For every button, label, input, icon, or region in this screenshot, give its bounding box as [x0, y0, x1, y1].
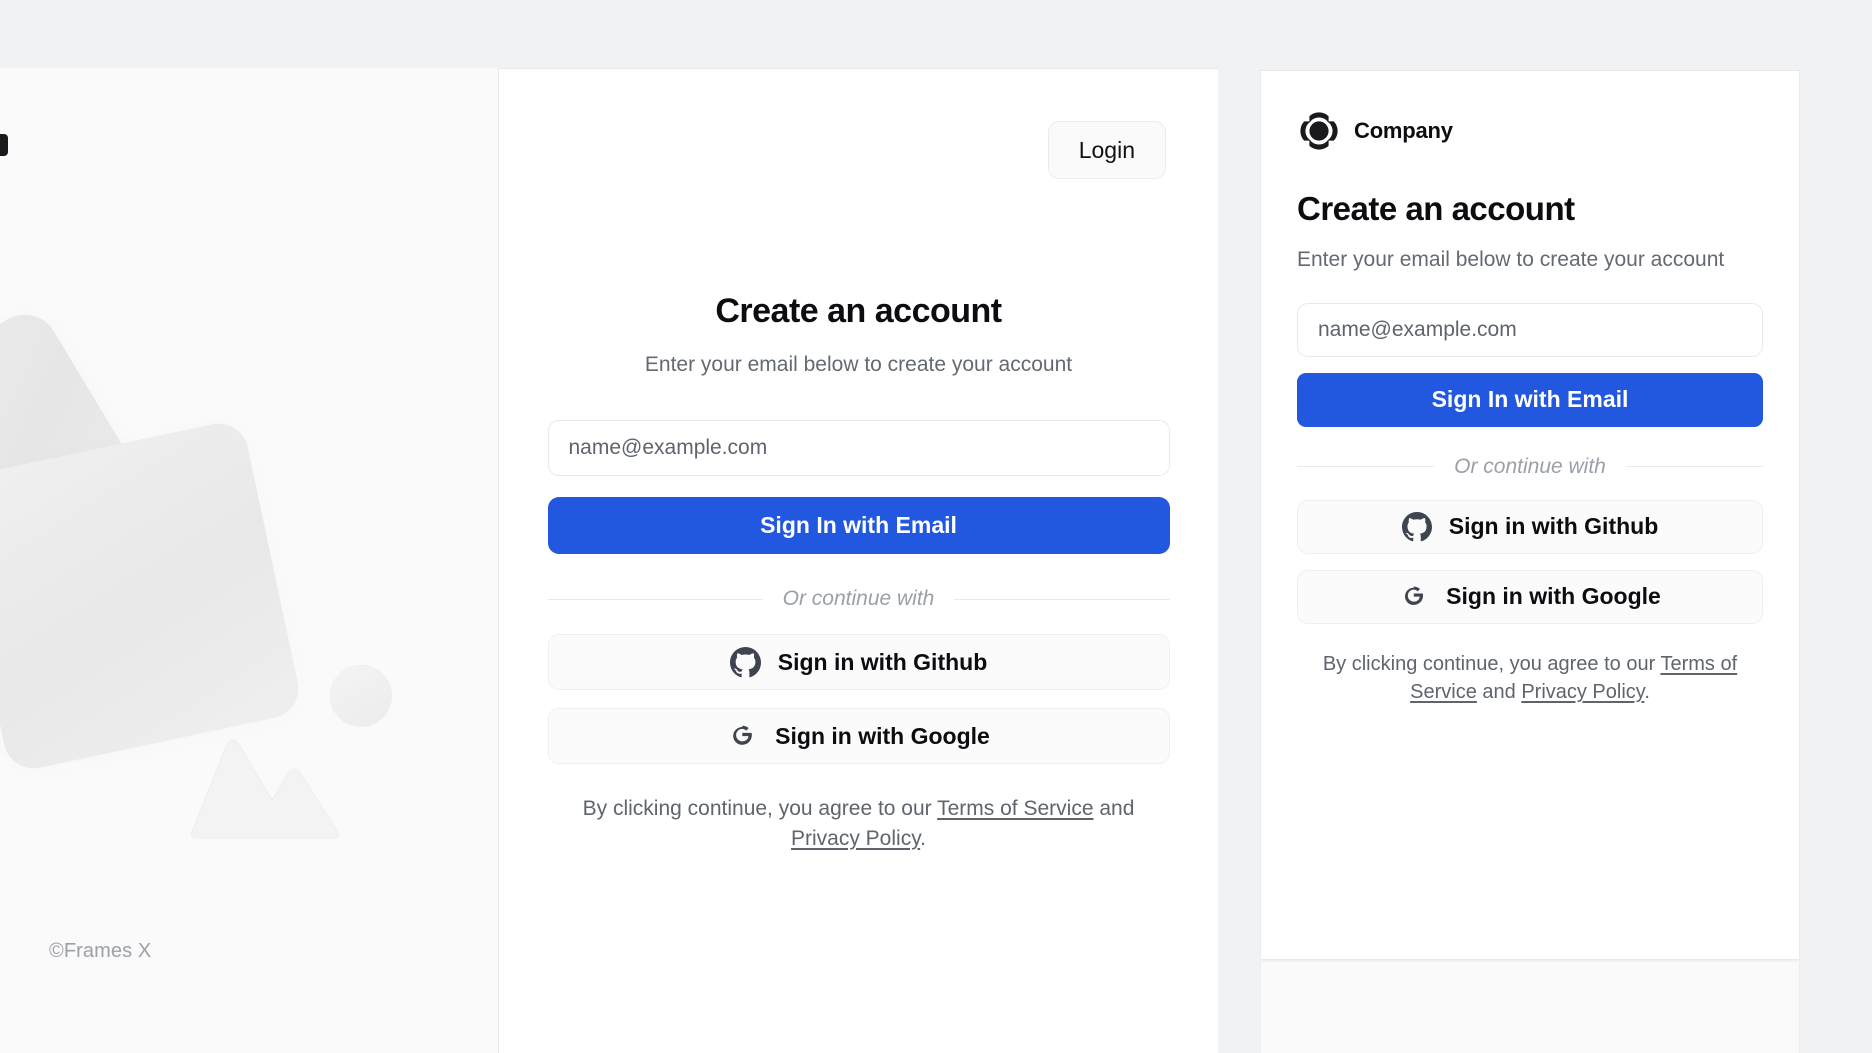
center-signup-form: Create an account Enter your email below…	[547, 291, 1170, 854]
right-signup-card: Company Create an account Enter your ema…	[1260, 70, 1800, 960]
github-icon	[729, 646, 761, 677]
footer-copyright: ©Frames X	[49, 940, 152, 962]
screen-canvas: ©Frames X Login Create an account Enter …	[0, 0, 1872, 1053]
google-button-label: Sign in with Google	[775, 722, 990, 749]
divider: Or continue with	[547, 587, 1170, 611]
cropped-logo-fragment-icon	[0, 134, 8, 156]
login-button[interactable]: Login	[1047, 121, 1166, 179]
right-divider: Or continue with	[1297, 455, 1763, 479]
github-icon	[1401, 511, 1432, 542]
right-sign-in-with-google-button[interactable]: Sign in with Google	[1297, 569, 1763, 624]
top-chrome-strip	[0, 0, 1872, 68]
right-terms-prefix: By clicking continue, you agree to our	[1322, 652, 1661, 675]
privacy-policy-link[interactable]: Privacy Policy	[791, 827, 920, 850]
terms-of-service-link[interactable]: Terms of Service	[937, 797, 1093, 820]
right-terms-text: By clicking continue, you agree to our T…	[1297, 650, 1763, 707]
decor-mountain-icon	[190, 739, 339, 839]
terms-prefix: By clicking continue, you agree to our	[582, 797, 938, 821]
github-button-label: Sign in with Github	[777, 648, 988, 675]
sign-in-with-email-button[interactable]: Sign In with Email	[547, 497, 1170, 555]
right-card-title: Create an account	[1297, 190, 1575, 227]
right-sign-in-with-github-button[interactable]: Sign in with Github	[1297, 499, 1763, 554]
center-signup-panel: Login Create an account Enter your email…	[498, 68, 1218, 1053]
right-terms-suffix: .	[1644, 681, 1650, 704]
right-privacy-policy-link[interactable]: Privacy Policy	[1521, 681, 1644, 703]
divider-label: Or continue with	[782, 587, 935, 611]
divider-line-right	[954, 598, 1170, 600]
right-divider-line-left	[1297, 466, 1435, 468]
right-github-button-label: Sign in with Github	[1448, 513, 1659, 540]
right-divider-line-right	[1625, 466, 1763, 468]
page-title: Create an account	[715, 292, 1002, 330]
right-terms-middle: and	[1476, 681, 1522, 704]
brand: Company	[1297, 109, 1763, 153]
right-sign-in-with-email-button[interactable]: Sign In with Email	[1297, 372, 1763, 427]
google-icon	[733, 725, 753, 745]
divider-line-left	[547, 598, 763, 600]
brand-name: Company	[1354, 118, 1453, 143]
page-subtitle: Enter your email below to create your ac…	[644, 352, 1073, 376]
google-icon	[1405, 586, 1424, 605]
company-flower-logo-icon	[1300, 112, 1338, 150]
terms-suffix: .	[920, 827, 926, 850]
email-input[interactable]	[547, 420, 1170, 477]
terms-middle: and	[1093, 797, 1135, 821]
right-lower-panel	[1260, 962, 1800, 1053]
right-divider-label: Or continue with	[1454, 454, 1606, 478]
right-card-subtitle: Enter your email below to create your ac…	[1297, 248, 1725, 271]
left-hero-panel: ©Frames X	[0, 68, 498, 1053]
right-email-input[interactable]	[1297, 302, 1763, 357]
right-google-button-label: Sign in with Google	[1446, 583, 1661, 610]
sign-in-with-google-button[interactable]: Sign in with Google	[547, 708, 1170, 765]
sign-in-with-github-button[interactable]: Sign in with Github	[547, 634, 1170, 691]
terms-text: By clicking continue, you agree to our T…	[548, 794, 1170, 854]
